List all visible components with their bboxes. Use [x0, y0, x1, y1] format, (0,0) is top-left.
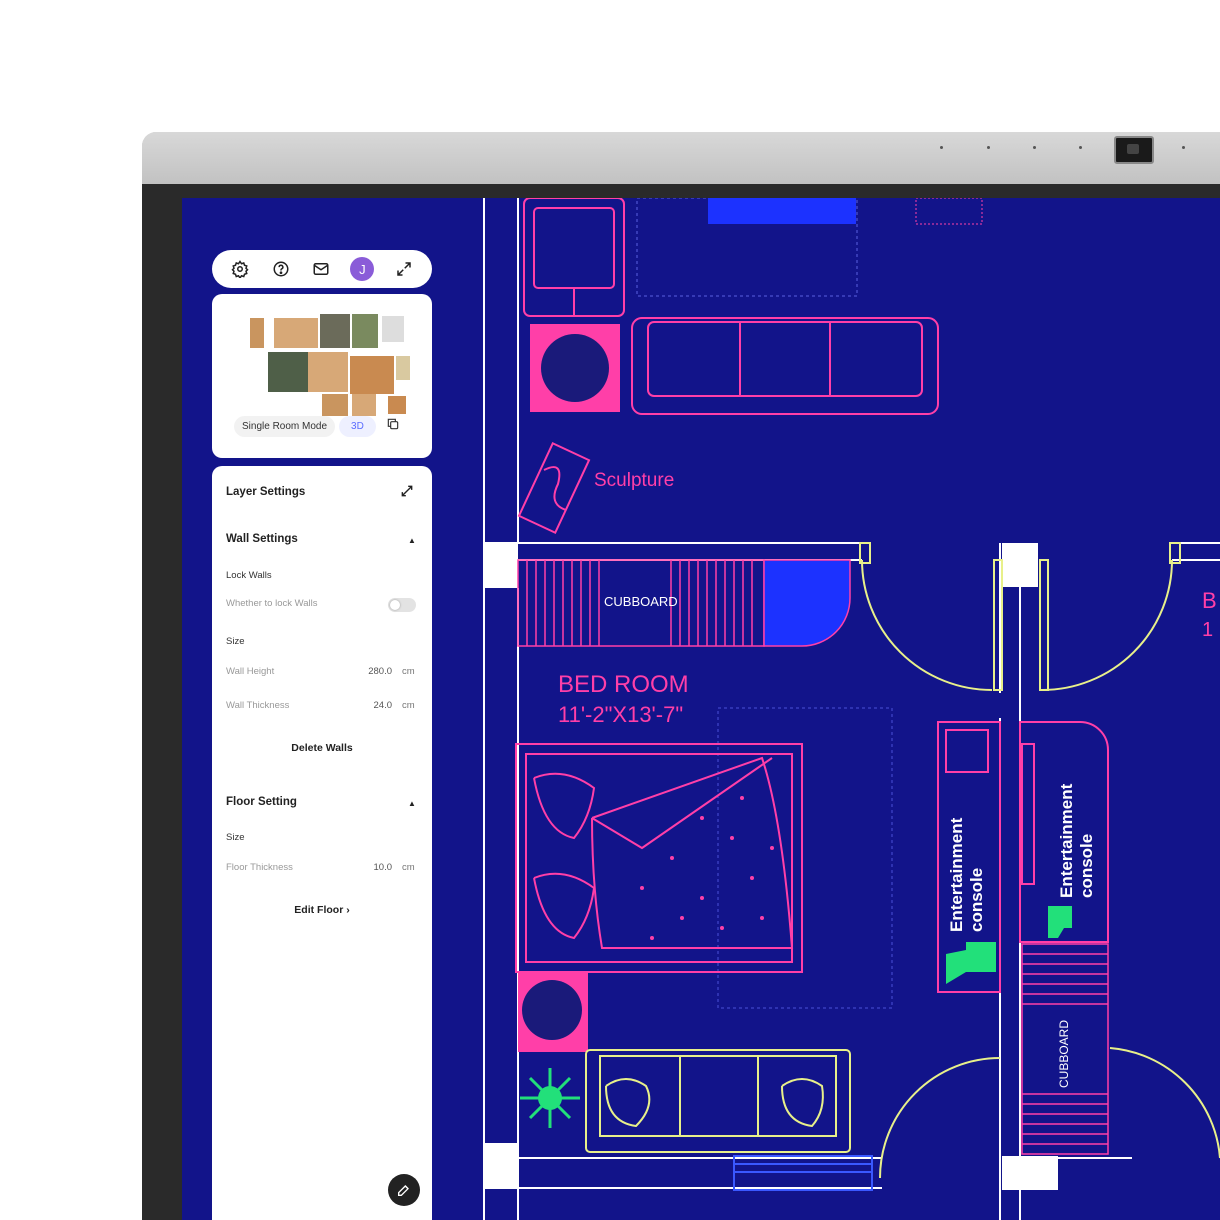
lamp-icon	[522, 980, 582, 1040]
single-room-mode-button[interactable]: Single Room Mode	[234, 416, 336, 437]
room-name: BED ROOM	[558, 671, 689, 698]
floor-thickness-label: Floor Thickness	[226, 862, 293, 873]
room-name-partial: B	[1202, 588, 1217, 613]
lock-walls-label: Lock Walls	[226, 570, 272, 581]
wall-height-input[interactable]: 280.0	[362, 666, 392, 677]
minimap-controls: Single Room Mode 3D	[234, 416, 400, 437]
mail-icon[interactable]	[310, 258, 332, 280]
cupboard-label: CUBBOARD	[604, 594, 678, 609]
console-label: Entertainment	[1057, 783, 1076, 898]
sensor-dot	[1033, 146, 1036, 149]
sensor-dot	[940, 146, 943, 149]
size-label: Size	[226, 832, 245, 843]
console-label: console	[967, 868, 986, 932]
wall-column	[1002, 543, 1038, 587]
settings-icon[interactable]	[229, 258, 251, 280]
bed	[515, 743, 803, 973]
lock-walls-toggle[interactable]	[388, 598, 416, 612]
webcam-icon	[1114, 136, 1154, 164]
window-rail	[733, 1155, 873, 1191]
edit-note-icon	[398, 1185, 409, 1196]
wall-settings-title[interactable]: Wall Settings	[226, 533, 298, 545]
bed-pattern	[640, 796, 774, 940]
app-screen: Sculpture CUBBOARD BED ROOM 11'-2"X13'-7…	[182, 198, 1220, 1220]
top-toolbar: J	[212, 250, 432, 288]
collapse-caret-icon[interactable]: ▲	[408, 799, 416, 808]
copy-icon[interactable]	[386, 417, 400, 436]
wall-column	[1002, 1156, 1058, 1190]
sculpture-label: Sculpture	[594, 470, 674, 491]
lamp-icon	[541, 334, 609, 402]
delete-walls-button[interactable]: Delete Walls	[212, 742, 432, 754]
cupboard-label: CUBBOARD	[1057, 1020, 1071, 1088]
floor-setting-title[interactable]: Floor Setting	[226, 796, 297, 808]
sensor-dot	[987, 146, 990, 149]
avatar[interactable]: J	[350, 257, 375, 281]
console-label: Entertainment	[947, 817, 966, 932]
table	[708, 198, 856, 224]
room-size-partial: 1	[1202, 619, 1213, 641]
size-label: Size	[226, 636, 245, 647]
help-icon[interactable]	[270, 258, 292, 280]
plant-center	[538, 1086, 562, 1110]
console-label: console	[1077, 834, 1096, 898]
unit-label: cm	[402, 700, 415, 711]
lock-walls-description: Whether to lock Walls	[226, 598, 318, 609]
monitor-top-bar	[142, 132, 1220, 184]
door-swing	[859, 542, 1220, 1179]
unit-label: cm	[402, 862, 415, 873]
armchair	[523, 198, 625, 317]
floor-plan-minimap[interactable]: Single Room Mode 3D	[212, 294, 432, 458]
wall-thickness-input[interactable]: 24.0	[362, 700, 393, 711]
unit-label: cm	[402, 666, 415, 677]
bottom-sofa	[585, 1049, 851, 1153]
chevron-right-icon: ›	[346, 904, 350, 916]
console-icon	[1048, 906, 1072, 938]
notes-button[interactable]	[388, 1174, 420, 1206]
collapse-caret-icon[interactable]: ▲	[408, 536, 416, 545]
side-table	[915, 198, 983, 225]
cupboard-corner	[763, 559, 851, 647]
sofa	[631, 317, 939, 415]
room-size: 11'-2"X13'-7"	[558, 702, 683, 727]
wall-column	[484, 543, 518, 588]
sculpture-icon	[517, 441, 591, 535]
console-icon	[946, 942, 996, 984]
layer-settings-panel: Layer Settings Wall Settings ▲ Lock Wall…	[212, 466, 432, 1220]
wall-height-label: Wall Height	[226, 666, 275, 677]
view-3d-button[interactable]: 3D	[339, 416, 376, 437]
sensor-dot	[1182, 146, 1185, 149]
wall-thickness-label: Wall Thickness	[226, 700, 290, 711]
fullscreen-icon[interactable]	[393, 258, 415, 280]
edit-floor-label: Edit Floor	[294, 904, 344, 916]
layer-settings-title: Layer Settings	[226, 486, 306, 498]
expand-icon[interactable]	[400, 484, 414, 503]
sensor-dot	[1079, 146, 1082, 149]
wall-column	[484, 1143, 518, 1188]
floor-thickness-input[interactable]: 10.0	[362, 862, 393, 873]
edit-floor-button[interactable]: Edit Floor ›	[212, 904, 432, 916]
